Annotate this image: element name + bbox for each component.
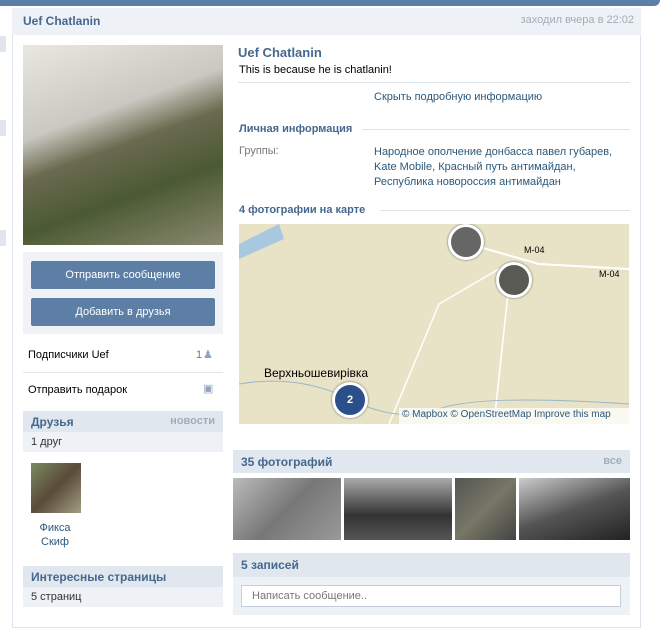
- profile-name: Uef Chatlanin: [238, 45, 322, 60]
- photo-map[interactable]: M-04 M-04 Верхньошевирівка 2 © Mapbox © …: [239, 224, 629, 424]
- groups-label: Группы:: [239, 145, 279, 157]
- friend-avatar[interactable]: [31, 463, 81, 513]
- wall-post-input[interactable]: Написать сообщение..: [241, 585, 621, 607]
- photos-title: 35 фотографий: [241, 455, 333, 469]
- gift-icon: ▣: [203, 383, 214, 395]
- friends-header[interactable]: Друзья новости: [23, 411, 223, 432]
- divider: [380, 210, 630, 211]
- top-bar: [0, 0, 660, 6]
- header-name[interactable]: Uef Chatlanin: [23, 14, 100, 28]
- road-label: M-04: [524, 245, 545, 255]
- map-photo-marker[interactable]: [448, 224, 484, 260]
- road-label: M-04: [599, 269, 620, 279]
- map-roads: [239, 224, 629, 424]
- group-link[interactable]: Kate Mobile, Красный путь антимайдан,: [374, 160, 612, 175]
- wall-header: 5 записей: [233, 553, 630, 577]
- photo-thumb[interactable]: [455, 478, 516, 540]
- improve-map-link[interactable]: Improve this map: [534, 409, 611, 420]
- photo-thumb[interactable]: [344, 478, 452, 540]
- place-label: Верхньошевирівка: [264, 366, 369, 380]
- divider: [362, 129, 630, 130]
- map-photo-marker[interactable]: [496, 262, 532, 298]
- users-icon: ♟: [203, 349, 213, 361]
- friends-title: Друзья: [31, 415, 74, 429]
- friend-name[interactable]: Фикса Скиф: [31, 521, 79, 549]
- pages-header[interactable]: Интересные страницы: [23, 566, 223, 587]
- all-photos-link[interactable]: все: [603, 455, 622, 467]
- subscribers-link[interactable]: Подписчики Uef: [28, 349, 109, 361]
- map-title: 4 фотографии на карте: [239, 204, 366, 216]
- friend-first-name: Фикса: [39, 522, 71, 534]
- side-tab[interactable]: [0, 120, 6, 136]
- personal-info-title: Личная информация: [239, 123, 353, 135]
- side-tab[interactable]: [0, 36, 6, 52]
- mapbox-credit[interactable]: © Mapbox: [402, 409, 448, 420]
- add-friend-button[interactable]: Добавить в друзья: [31, 298, 215, 326]
- hide-info-link[interactable]: Скрыть подробную информацию: [374, 91, 542, 103]
- photos-header[interactable]: 35 фотографий все: [233, 450, 630, 473]
- subscribers-count: 1: [196, 349, 203, 361]
- osm-credit[interactable]: © OpenStreetMap: [451, 409, 532, 420]
- photo-thumb[interactable]: [233, 478, 341, 540]
- last-seen: заходил вчера в 22:02: [520, 14, 634, 26]
- side-tab[interactable]: [0, 230, 6, 246]
- map-attribution: © Mapbox © OpenStreetMap Improve this ma…: [399, 408, 629, 424]
- photo-thumb[interactable]: [519, 478, 630, 540]
- groups-list: Народное ополчение донбасса павел губаре…: [374, 145, 612, 190]
- send-message-button[interactable]: Отправить сообщение: [31, 261, 215, 289]
- pages-count: 5 страниц: [23, 587, 223, 607]
- divider: [23, 372, 223, 373]
- group-link[interactable]: Республика новороссия антимайдан: [374, 175, 612, 190]
- divider: [238, 82, 630, 83]
- profile-photo[interactable]: [23, 45, 223, 245]
- send-gift-link[interactable]: Отправить подарок: [28, 384, 127, 396]
- friends-count: 1 друг: [23, 432, 223, 452]
- group-link[interactable]: Народное ополчение донбасса павел губаре…: [374, 145, 612, 160]
- map-cluster-marker[interactable]: 2: [332, 382, 368, 418]
- profile-status[interactable]: This is because he is chatlanin!: [239, 64, 392, 76]
- friend-last-name: Скиф: [41, 536, 69, 548]
- friends-news-link[interactable]: новости: [170, 415, 215, 427]
